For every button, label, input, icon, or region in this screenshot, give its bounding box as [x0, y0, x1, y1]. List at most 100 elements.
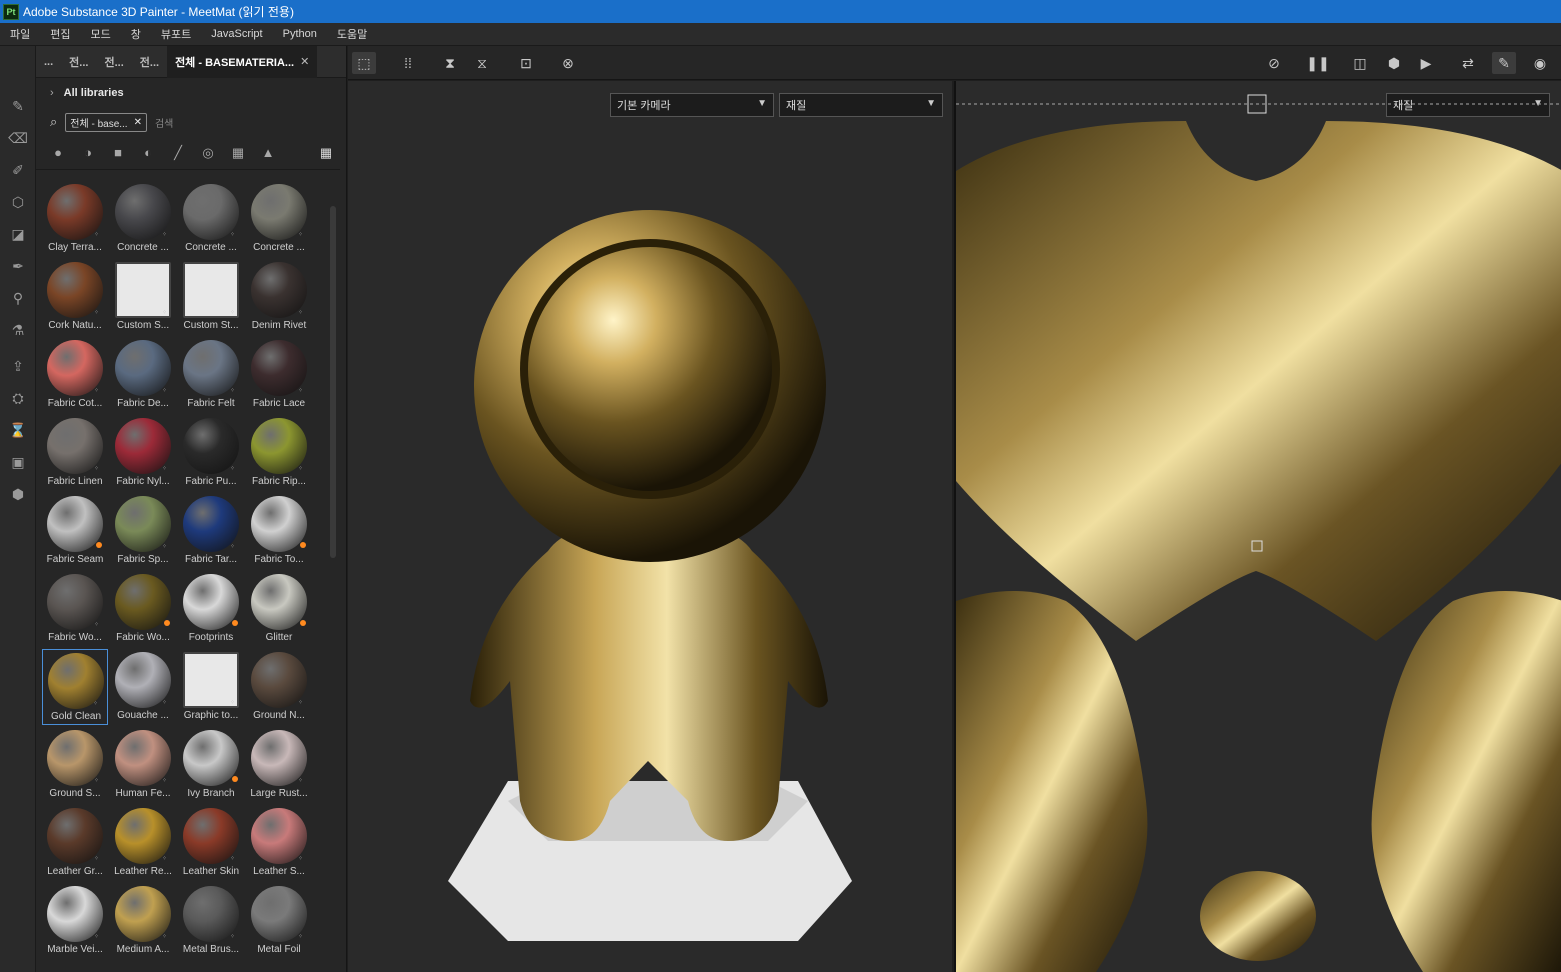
asset-item[interactable]: Fabric Lace ⁘	[246, 337, 312, 413]
screenshot-icon[interactable]: ◉	[1528, 52, 1552, 74]
asset-item[interactable]: Metal Brus... ⁘	[178, 883, 244, 959]
material-filter-icon[interactable]: ●	[50, 145, 66, 161]
asset-item[interactable]: Custom S... ⁘	[110, 259, 176, 335]
search-input[interactable]: 검색	[155, 115, 173, 130]
menu-file[interactable]: 파일	[0, 26, 40, 42]
asset-item[interactable]: Fabric De... ⁘	[110, 337, 176, 413]
asset-item[interactable]: Leather Skin ⁘	[178, 805, 244, 881]
generator-filter-icon[interactable]: ◐	[140, 145, 156, 161]
asset-item[interactable]: Graphic to... ⁘	[178, 649, 244, 725]
modified-indicator-icon	[300, 620, 306, 626]
assets-icon[interactable]: ⬢	[8, 484, 28, 504]
texture-filter-icon[interactable]: ▦	[230, 145, 246, 161]
asset-item[interactable]: Leather S... ⁘	[246, 805, 312, 881]
asset-item[interactable]: Fabric Wo...	[110, 571, 176, 647]
asset-item[interactable]: Concrete ... ⁘	[178, 181, 244, 257]
asset-item[interactable]: Fabric Felt ⁘	[178, 337, 244, 413]
asset-item[interactable]: Footprints	[178, 571, 244, 647]
menu-javascript[interactable]: JavaScript	[201, 28, 272, 40]
hide-icon[interactable]: ⊘	[1262, 52, 1286, 74]
export-icon[interactable]: ⇪	[8, 356, 28, 376]
asset-item[interactable]: Ground S... ⁘	[42, 727, 108, 803]
projection-icon[interactable]: ✐	[8, 160, 28, 180]
asset-item[interactable]: Large Rust... ⁘	[246, 727, 312, 803]
mirror-vertical-icon[interactable]: ⧖	[470, 52, 494, 74]
bake-icon[interactable]: ⛭	[8, 388, 28, 408]
viewport-2d-uv[interactable]: 재질 ▼	[954, 81, 1561, 972]
asset-item[interactable]: Fabric Seam	[42, 493, 108, 569]
asset-label: Large Rust...	[250, 788, 308, 799]
asset-item[interactable]: Glitter	[246, 571, 312, 647]
asset-item[interactable]: Gold Clean ⁘	[42, 649, 108, 725]
tab-basematerials[interactable]: 전체 - BASEMATERIA... ✕	[167, 45, 318, 78]
filter-chip[interactable]: 전체 - base... ✕	[65, 112, 147, 132]
alpha-filter-icon[interactable]: ◎	[200, 145, 216, 161]
smudge-icon[interactable]: ◪	[8, 224, 28, 244]
history-icon[interactable]: ⌛	[8, 420, 28, 440]
menu-mode[interactable]: 모드	[81, 26, 121, 42]
asset-item[interactable]: Concrete ... ⁘	[110, 181, 176, 257]
asset-item[interactable]: Fabric Pu... ⁘	[178, 415, 244, 491]
grid-dots-icon[interactable]: ⁞⁞	[396, 52, 420, 74]
color-picker-icon[interactable]: ⚗	[8, 320, 28, 340]
asset-item[interactable]: Denim Rivet ⁘	[246, 259, 312, 335]
menu-python[interactable]: Python	[273, 28, 327, 40]
reset-icon[interactable]: ⊗	[556, 52, 580, 74]
material-picker-icon[interactable]: ⚲	[8, 288, 28, 308]
asset-item[interactable]: Gouache ... ⁘	[110, 649, 176, 725]
split-view-icon[interactable]: ◫	[1348, 52, 1372, 74]
tab-library-1[interactable]: 전...	[61, 46, 96, 78]
asset-item[interactable]: Medium A... ⁘	[110, 883, 176, 959]
smart-material-filter-icon[interactable]: ◑	[80, 145, 96, 161]
asset-item[interactable]: Fabric Wo... ⁘	[42, 571, 108, 647]
mirror-horizontal-icon[interactable]: ⧗	[438, 52, 462, 74]
menu-edit[interactable]: 편집	[40, 26, 80, 42]
menu-viewport[interactable]: 뷰포트	[151, 26, 201, 42]
clone-icon[interactable]: ✒	[8, 256, 28, 276]
cube-icon[interactable]: ⬢	[1382, 52, 1406, 74]
tab-overflow[interactable]: ...	[36, 46, 61, 78]
close-icon[interactable]: ✕	[300, 55, 309, 68]
display-settings-icon[interactable]: ▣	[8, 452, 28, 472]
asset-item[interactable]: Ground N... ⁘	[246, 649, 312, 725]
asset-item[interactable]: Cork Natu... ⁘	[42, 259, 108, 335]
asset-item[interactable]: Fabric Rip... ⁘	[246, 415, 312, 491]
asset-scrollbar[interactable]	[330, 206, 336, 558]
paint-brush-icon[interactable]: ✎	[8, 96, 28, 116]
asset-item[interactable]: Fabric Tar... ⁘	[178, 493, 244, 569]
asset-item[interactable]: Fabric To...	[246, 493, 312, 569]
tab-library-3[interactable]: 전...	[132, 46, 167, 78]
asset-item[interactable]: Concrete ... ⁘	[246, 181, 312, 257]
brush-filter-icon[interactable]: ╱	[170, 145, 186, 161]
camera-video-icon[interactable]: ▶	[1414, 52, 1438, 74]
asset-item[interactable]: Fabric Cot... ⁘	[42, 337, 108, 413]
asset-item[interactable]: Custom St... ⁘	[178, 259, 244, 335]
asset-item[interactable]: Leather Re... ⁘	[110, 805, 176, 881]
preset-dots-icon: ⁘	[162, 700, 168, 706]
asset-item[interactable]: Ivy Branch	[178, 727, 244, 803]
pause-icon[interactable]: ❚❚	[1306, 52, 1330, 74]
library-breadcrumb[interactable]: › All libraries	[36, 78, 346, 108]
clear-filter-icon[interactable]: ✕	[134, 117, 142, 128]
menu-help[interactable]: 도움말	[327, 26, 377, 42]
asset-item[interactable]: Fabric Nyl... ⁘	[110, 415, 176, 491]
asset-item[interactable]: Clay Terra... ⁘	[42, 181, 108, 257]
paint-mode-icon[interactable]: ✎	[1492, 52, 1516, 74]
asset-item[interactable]: Metal Foil ⁘	[246, 883, 312, 959]
asset-item[interactable]: Human Fe... ⁘	[110, 727, 176, 803]
grid-view-icon[interactable]: ▦	[318, 145, 334, 161]
asset-item[interactable]: Marble Vei... ⁘	[42, 883, 108, 959]
eraser-icon[interactable]: ⌫	[8, 128, 28, 148]
mask-filter-icon[interactable]: ■	[110, 145, 126, 161]
asset-item[interactable]: Fabric Sp... ⁘	[110, 493, 176, 569]
geometry-fill-icon[interactable]: ⬡	[8, 192, 28, 212]
asset-item[interactable]: Leather Gr... ⁘	[42, 805, 108, 881]
selection-icon[interactable]: ⬚	[352, 52, 376, 74]
environment-filter-icon[interactable]: ▲	[260, 145, 276, 161]
menu-window[interactable]: 창	[121, 26, 151, 42]
sync-icon[interactable]: ⇄	[1456, 52, 1480, 74]
fit-view-icon[interactable]: ⊡	[514, 52, 538, 74]
viewport-3d[interactable]: 기본 카메라 ▼ 재질 ▼	[348, 81, 952, 972]
asset-item[interactable]: Fabric Linen ⁘	[42, 415, 108, 491]
tab-library-2[interactable]: 전...	[96, 46, 131, 78]
